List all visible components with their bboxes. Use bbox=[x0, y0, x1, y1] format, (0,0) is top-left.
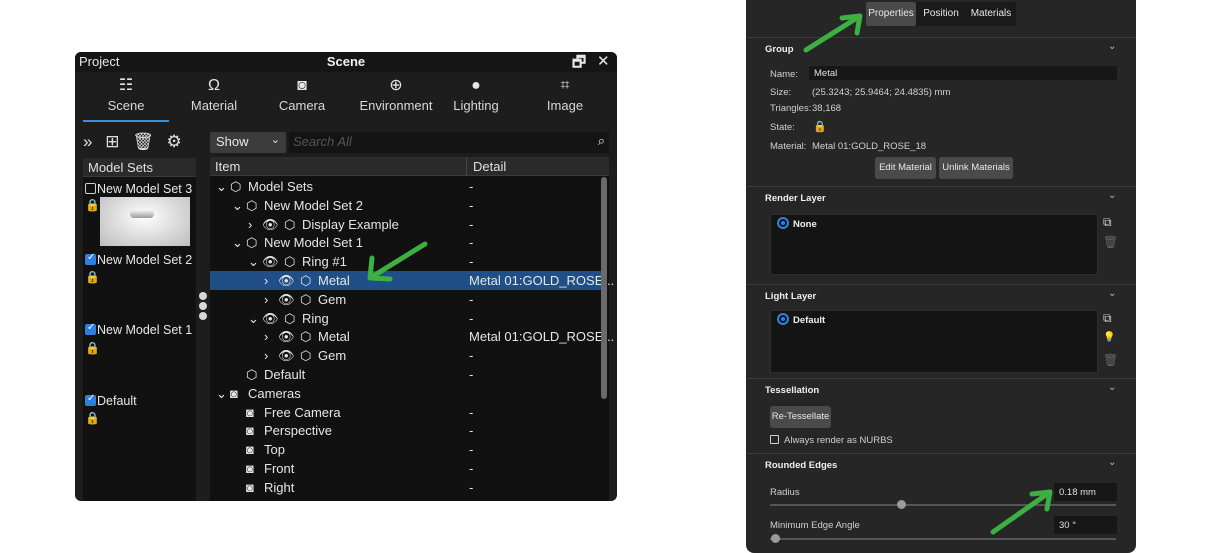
arrow-to-properties-tab bbox=[803, 13, 863, 53]
arrow-to-radius-field bbox=[990, 489, 1053, 535]
arrow-to-metal-row bbox=[367, 241, 428, 282]
annotation-arrows bbox=[367, 13, 1053, 535]
